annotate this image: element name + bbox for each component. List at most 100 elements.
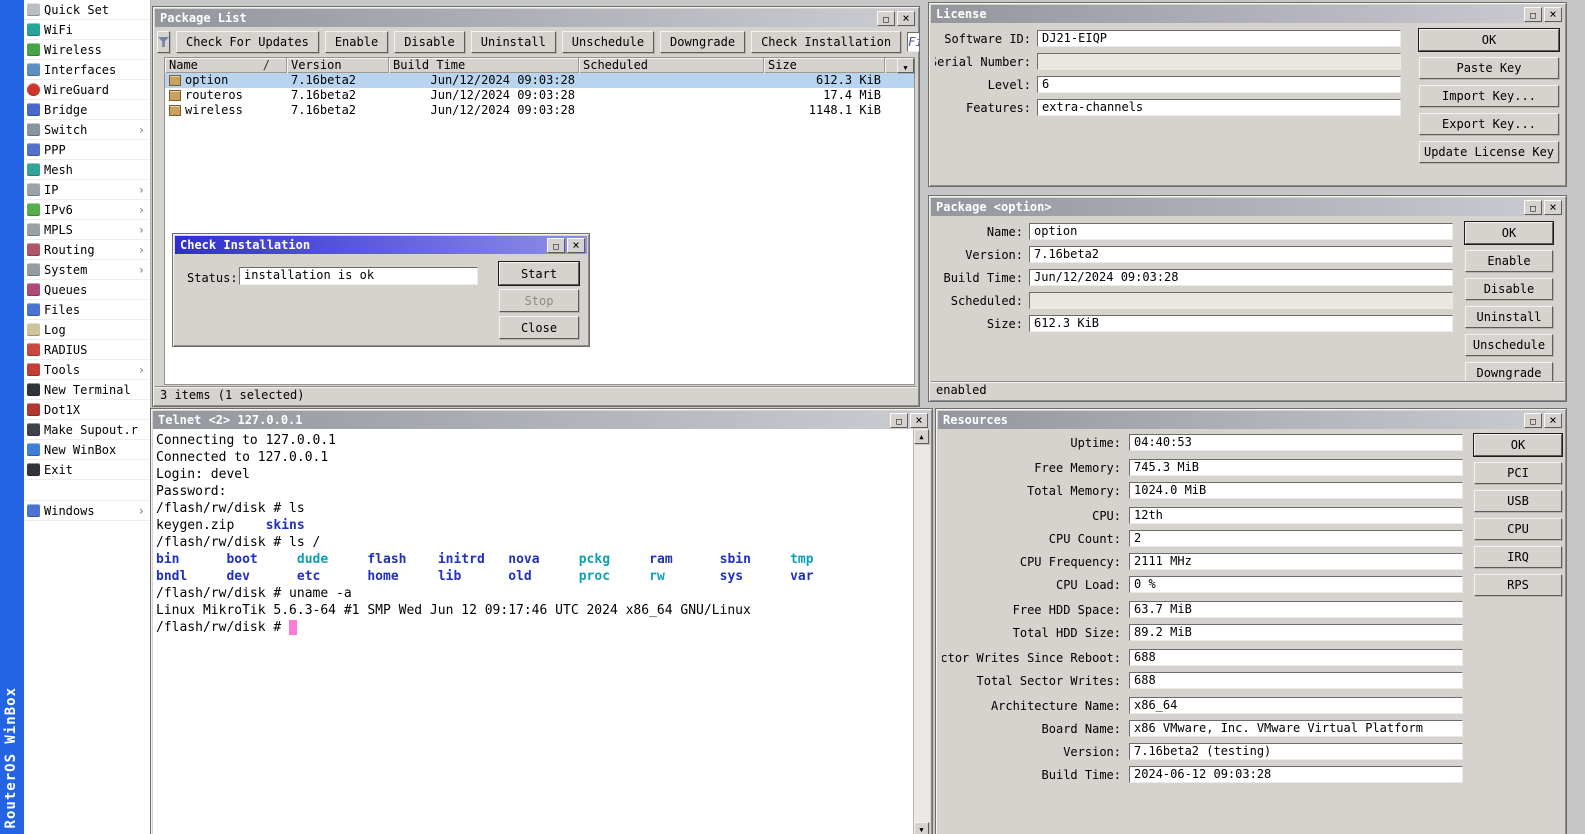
title-bar[interactable]: License (931, 5, 1564, 23)
status-field[interactable]: installation is ok (239, 267, 478, 285)
button-cpu[interactable]: CPU (1474, 518, 1562, 540)
close-button[interactable] (1544, 413, 1562, 428)
input-field-uptime[interactable]: 04:40:53 (1129, 434, 1463, 451)
input-field-features[interactable]: extra-channels (1037, 99, 1401, 116)
button-update-license-key[interactable]: Update License Key (1419, 141, 1559, 163)
sidebar-item-files[interactable]: Files (24, 300, 150, 320)
scroll-up-button[interactable] (914, 429, 929, 444)
input-field-architecture-name[interactable]: x86_64 (1129, 697, 1463, 714)
sidebar-item-interfaces[interactable]: Interfaces (24, 60, 150, 80)
terminal[interactable]: Connecting to 127.0.0.1Connected to 127.… (153, 429, 930, 834)
button-pci[interactable]: PCI (1474, 462, 1562, 484)
close-button[interactable] (910, 413, 928, 428)
button-paste-key[interactable]: Paste Key (1419, 57, 1559, 79)
sidebar-item-ppp[interactable]: PPP (24, 140, 150, 160)
input-field-version[interactable]: 7.16beta2 (testing) (1129, 743, 1463, 760)
vertical-scrollbar[interactable] (913, 429, 930, 834)
button-enable[interactable]: Enable (1465, 250, 1553, 272)
maximize-button[interactable] (1524, 7, 1542, 22)
input-field-size[interactable]: 612.3 KiB (1029, 315, 1453, 332)
input-field-sector-writes-since-reboot[interactable]: 688 (1129, 649, 1463, 666)
sidebar-item-radius[interactable]: RADIUS (24, 340, 150, 360)
input-field-free-hdd-space[interactable]: 63.7 MiB (1129, 601, 1463, 618)
column-header-build-time[interactable]: Build Time (389, 58, 579, 73)
input-field-name[interactable]: option (1029, 223, 1453, 240)
column-header-version[interactable]: Version (287, 58, 389, 73)
sidebar-item-bridge[interactable]: Bridge (24, 100, 150, 120)
find-input[interactable]: Find (907, 32, 920, 52)
toolbar-button-enable[interactable]: Enable (325, 31, 388, 53)
toolbar-button-check-for-updates[interactable]: Check For Updates (176, 31, 319, 53)
button-unschedule[interactable]: Unschedule (1465, 334, 1553, 356)
input-field-cpu-load[interactable]: 0 % (1129, 576, 1463, 593)
sidebar-item-queues[interactable]: Queues (24, 280, 150, 300)
input-field-software-id[interactable]: DJ21-EIQP (1037, 30, 1401, 47)
input-field-total-memory[interactable]: 1024.0 MiB (1129, 482, 1463, 499)
sidebar-item-windows[interactable]: Windows (24, 501, 150, 521)
title-bar[interactable]: Telnet <2> 127.0.0.1 (153, 411, 930, 429)
input-field-free-memory[interactable]: 745.3 MiB (1129, 459, 1463, 476)
input-field-cpu-frequency[interactable]: 2111 MHz (1129, 553, 1463, 570)
sidebar-item-mesh[interactable]: Mesh (24, 160, 150, 180)
input-field-board-name[interactable]: x86 VMware, Inc. VMware Virtual Platform (1129, 720, 1463, 737)
button-start[interactable]: Start (499, 262, 579, 285)
scroll-down-button[interactable] (914, 822, 929, 834)
close-button[interactable] (897, 11, 915, 26)
sidebar-item-wifi[interactable]: WiFi (24, 20, 150, 40)
close-button[interactable] (567, 238, 585, 253)
button-disable[interactable]: Disable (1465, 278, 1553, 300)
column-header-size[interactable]: Size (764, 58, 885, 73)
maximize-button[interactable] (877, 11, 895, 26)
toolbar-button-unschedule[interactable]: Unschedule (562, 31, 654, 53)
input-field-cpu-count[interactable]: 2 (1129, 530, 1463, 547)
maximize-button[interactable] (1524, 413, 1542, 428)
package-row-wireless[interactable]: wireless 7.16beta2 Jun/12/2024 09:03:28 … (165, 103, 914, 118)
sidebar-item-ip[interactable]: IP (24, 180, 150, 200)
button-export-key[interactable]: Export Key... (1419, 113, 1559, 135)
button-usb[interactable]: USB (1474, 490, 1562, 512)
sidebar-item-ipv6[interactable]: IPv6 (24, 200, 150, 220)
title-bar[interactable]: Resources (938, 411, 1564, 429)
column-header-name[interactable]: Name (165, 58, 287, 73)
sidebar-item-quick-set[interactable]: Quick Set (24, 0, 150, 20)
sidebar-item-tools[interactable]: Tools (24, 360, 150, 380)
toolbar-button-uninstall[interactable]: Uninstall (471, 31, 556, 53)
sidebar-item-dot1x[interactable]: Dot1X (24, 400, 150, 420)
input-field-build-time[interactable]: 2024-06-12 09:03:28 (1129, 766, 1463, 783)
sidebar-item-mpls[interactable]: MPLS (24, 220, 150, 240)
sidebar-item-log[interactable]: Log (24, 320, 150, 340)
column-header-scheduled[interactable]: Scheduled (579, 58, 764, 73)
sidebar-item-switch[interactable]: Switch (24, 120, 150, 140)
button-rps[interactable]: RPS (1474, 574, 1562, 596)
sidebar-item-system[interactable]: System (24, 260, 150, 280)
button-uninstall[interactable]: Uninstall (1465, 306, 1553, 328)
button-irq[interactable]: IRQ (1474, 546, 1562, 568)
toolbar-button-downgrade[interactable]: Downgrade (660, 31, 745, 53)
column-dropdown-button[interactable] (897, 58, 914, 73)
title-bar[interactable]: Check Installation (175, 236, 587, 254)
input-field-total-hdd-size[interactable]: 89.2 MiB (1129, 624, 1463, 641)
button-import-key[interactable]: Import Key... (1419, 85, 1559, 107)
toolbar-button-check-installation[interactable]: Check Installation (751, 31, 901, 53)
input-field-build-time[interactable]: Jun/12/2024 09:03:28 (1029, 269, 1453, 286)
sidebar-item[interactable] (24, 480, 150, 501)
sidebar-item-wireless[interactable]: Wireless (24, 40, 150, 60)
maximize-button[interactable] (547, 238, 565, 253)
input-field-version[interactable]: 7.16beta2 (1029, 246, 1453, 263)
close-button[interactable] (1544, 7, 1562, 22)
input-field-cpu[interactable]: 12th (1129, 507, 1463, 524)
package-row-option[interactable]: option 7.16beta2 Jun/12/2024 09:03:28 61… (165, 73, 914, 88)
sidebar-item-make-supout-rif[interactable]: Make Supout.rif (24, 420, 150, 440)
sidebar-item-routing[interactable]: Routing (24, 240, 150, 260)
input-field-level[interactable]: 6 (1037, 76, 1401, 93)
sidebar-item-wireguard[interactable]: WireGuard (24, 80, 150, 100)
sidebar-item-new-winbox[interactable]: New WinBox (24, 440, 150, 460)
filter-button[interactable] (157, 31, 170, 53)
maximize-button[interactable] (1524, 200, 1542, 215)
button-ok[interactable]: OK (1419, 29, 1559, 51)
toolbar-button-disable[interactable]: Disable (394, 31, 465, 53)
input-field-total-sector-writes[interactable]: 688 (1129, 672, 1463, 689)
sidebar-item-exit[interactable]: Exit (24, 460, 150, 480)
button-ok[interactable]: OK (1465, 222, 1553, 244)
title-bar[interactable]: Package List (155, 9, 917, 27)
